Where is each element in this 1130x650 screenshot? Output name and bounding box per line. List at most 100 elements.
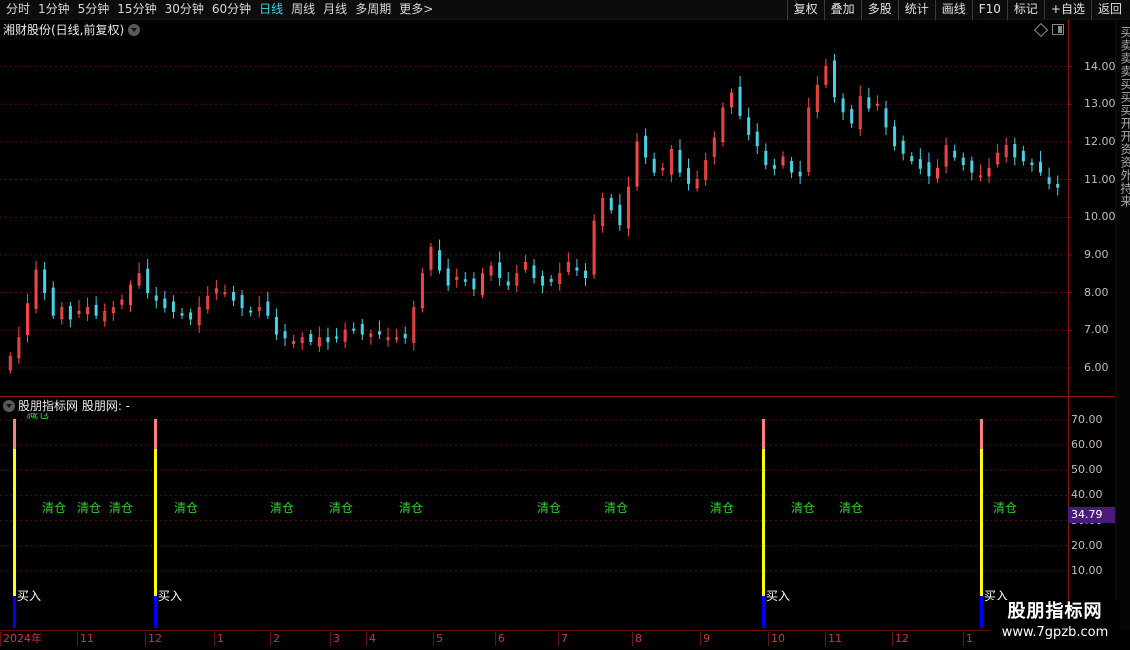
candle-body [283, 331, 287, 339]
buy-signal-bar-pink [762, 419, 765, 449]
month-label: 4 [366, 632, 376, 646]
buy-signal-bar-yellow [154, 449, 157, 596]
candle-body [841, 98, 845, 113]
buy-signal-bar-pink [980, 419, 983, 449]
candle-body [1030, 162, 1034, 166]
clear-position-signal: 清仓 [329, 501, 354, 515]
indicator-y-tick-label: 60.00 [1071, 438, 1103, 452]
candle-body [609, 197, 613, 211]
month-label: 12 [145, 632, 162, 646]
indicator-y-tick-label: 70.00 [1071, 413, 1103, 426]
candle-body [978, 175, 982, 178]
candle-body [438, 250, 442, 271]
clear-position-signal: 清仓 [791, 501, 816, 515]
candle-body [403, 333, 407, 339]
month-label: 8 [632, 632, 642, 646]
buy-signal-bar-yellow [13, 449, 16, 596]
candle-body [249, 310, 253, 313]
candle-body [678, 150, 682, 173]
buy-signal-bar-blue [980, 596, 983, 628]
month-label: 2 [270, 632, 280, 646]
candle-body [309, 333, 313, 343]
indicator-y-tick-label: 40.00 [1071, 488, 1103, 502]
candle-body [240, 295, 244, 309]
indicator-title: 股朋指标网 股朋网: - [18, 399, 131, 413]
clear-position-signal: 清仓 [839, 501, 864, 515]
month-label: 11 [825, 632, 842, 646]
candle-body [644, 135, 648, 158]
candle-body [970, 160, 974, 173]
month-label: 7 [558, 632, 568, 646]
main-chart-title-bar: 湘财股份(日线,前复权) [3, 22, 141, 38]
candle-body [154, 295, 158, 301]
indicator-dropdown-icon[interactable] [3, 400, 15, 412]
month-label: 10 [768, 632, 785, 646]
candle-body [335, 336, 339, 339]
candle-body [68, 306, 72, 320]
main-chart-dropdown-icon[interactable] [128, 24, 141, 36]
main-y-tick-label: 14.00 [1084, 59, 1116, 73]
chart-top-icons [1033, 22, 1064, 38]
main-y-tick-label: 9.00 [1084, 247, 1109, 261]
candle-body [163, 298, 167, 309]
candle-body [463, 279, 467, 282]
candle-body [1047, 177, 1051, 184]
layout-toggle-icon[interactable] [1052, 24, 1064, 35]
indicator-y-tick-label: 50.00 [1071, 463, 1103, 477]
indicator-y-tick-label: 10.00 [1071, 563, 1103, 577]
candle-body [352, 328, 356, 331]
clear-position-signal: 清仓 [604, 501, 629, 515]
candle-body [498, 262, 502, 279]
candle-body [1039, 161, 1043, 173]
candle-body [910, 156, 914, 162]
month-label: 3 [330, 632, 340, 646]
clear-position-signal: 清仓 [42, 501, 67, 515]
price-chart[interactable] [0, 0, 1130, 650]
month-label: 5 [433, 632, 443, 646]
candle-body [961, 157, 965, 166]
main-y-tick-label: 11.00 [1084, 172, 1116, 186]
main-y-tick-label: 13.00 [1084, 97, 1116, 111]
candle-body [266, 301, 270, 316]
candle-body [687, 168, 691, 184]
month-label: 6 [495, 632, 505, 646]
date-axis: 2024年 11 12 1 2 3 4 5 6 7 8 9 10 11 12 1 [0, 630, 1115, 650]
buy-signal-bar-blue [13, 596, 16, 628]
buy-signal-bar-blue [762, 596, 765, 628]
month-label: 12 [892, 632, 909, 646]
buy-signal-label: 买入 [158, 589, 183, 603]
stock-chart-app: 分时 1分钟 5分钟 15分钟 30分钟 60分钟 日线 周线 月线 多周期 更… [0, 0, 1130, 650]
candle-body [893, 126, 897, 147]
clear-position-signal: 清仓 [710, 501, 735, 515]
buy-signal-label: 买入 [17, 589, 42, 603]
candle-body [832, 60, 836, 98]
buy-signal-bar-pink [13, 419, 16, 449]
candle-body [189, 312, 193, 320]
buy-signal-bar-pink [154, 419, 157, 449]
side-info-panel[interactable]: 买卖卖卖买买买开开资资外持来 [1115, 20, 1130, 630]
candle-body [146, 268, 150, 294]
candle-body [274, 316, 278, 335]
watermark: 股朋指标网 www.7gpzb.com [990, 600, 1120, 646]
indicator-current-value: 34.79 [1068, 507, 1115, 523]
main-chart-title: 湘财股份(日线,前复权) [3, 23, 125, 37]
indicator-y-tick-label: 20.00 [1071, 538, 1103, 552]
month-label: 2024年 [0, 632, 42, 646]
candle-body [901, 140, 905, 154]
diamond-icon[interactable] [1033, 22, 1049, 38]
candle-body [360, 324, 364, 335]
candle-body [927, 162, 931, 177]
clear-position-signal: 清仓 [399, 501, 424, 515]
candle-body [953, 150, 957, 158]
side-panel-text: 买卖卖卖买买买开开资资外持来 [1119, 26, 1130, 208]
month-label: 1 [963, 632, 973, 646]
month-label: 9 [700, 632, 710, 646]
candle-body [790, 161, 794, 173]
candle-body [652, 158, 656, 173]
candle-body [541, 275, 545, 286]
candle-body [326, 337, 330, 343]
watermark-title: 股朋指标网 [1007, 601, 1103, 622]
candle-body [618, 204, 622, 226]
candle-body [772, 165, 776, 169]
candle-body [747, 117, 751, 135]
